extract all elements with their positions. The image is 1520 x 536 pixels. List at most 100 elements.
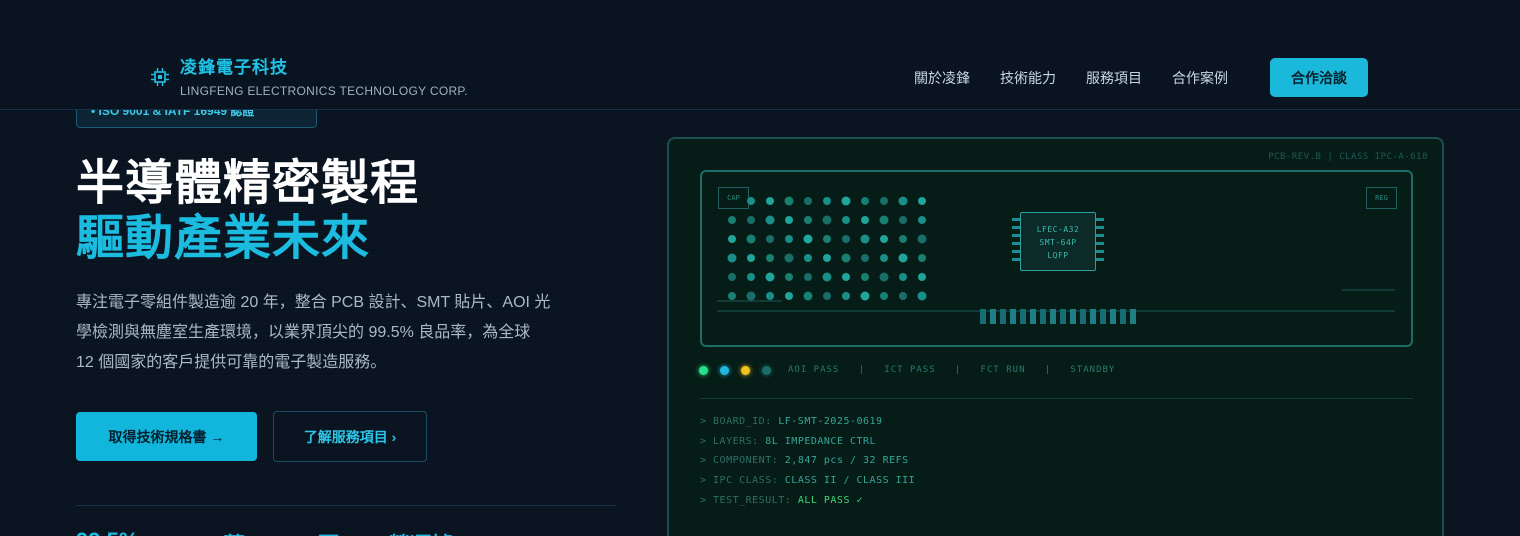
hero-title-line2: 驅動產業未來: [76, 212, 371, 265]
log-line: > IPC CLASS: CLASS II / CLASS III: [700, 475, 916, 487]
connector-finger: [1020, 309, 1026, 324]
solder-pad: [727, 253, 737, 263]
status-led: [699, 365, 708, 375]
solder-pad: [823, 254, 831, 262]
solder-pad: [841, 253, 851, 263]
connector-finger: [1070, 309, 1076, 324]
chip-pin: [1012, 242, 1020, 245]
logo[interactable]: 凌鋒電子科技 LINGFENG ELECTRONICS TECHNOLOGY C…: [150, 58, 468, 98]
solder-pad: [861, 273, 869, 281]
solder-pad: [785, 235, 793, 243]
test-status-row: AOI PASS | ICT PASS | FCT RUN | STANDBY: [699, 365, 1115, 375]
nav-link-capabilities[interactable]: 技術能力: [1000, 68, 1056, 88]
solder-pad: [898, 196, 908, 206]
solder-pad: [879, 215, 889, 225]
solder-pad: [746, 234, 756, 244]
stat-value: 12國: [293, 528, 339, 536]
nav-link-cases[interactable]: 合作案例: [1172, 68, 1228, 88]
solder-pad: [860, 291, 870, 301]
solder-pad: [765, 215, 775, 225]
connector-finger: [1130, 309, 1136, 324]
chip-pin: [1096, 234, 1104, 237]
hero-description: 專注電子零組件製造逾 20 年，整合 PCB 設計、SMT 貼片、AOI 光 學…: [76, 288, 566, 378]
chip-pin: [1012, 226, 1020, 229]
solder-pad: [803, 291, 813, 301]
solder-pad: [842, 292, 850, 300]
solder-pad: [842, 235, 850, 243]
solder-pad: [804, 197, 812, 205]
status-led: [762, 365, 771, 375]
solder-pad: [766, 235, 774, 243]
connector-finger: [1010, 309, 1016, 324]
solder-pad: [785, 216, 793, 224]
solder-pad: [766, 197, 774, 205]
solder-pad: [747, 197, 755, 205]
connector-finger: [1040, 309, 1046, 324]
contact-cta-button[interactable]: 合作洽談: [1270, 58, 1368, 97]
solder-pad: [861, 254, 869, 262]
logo-name-en: LINGFENG ELECTRONICS TECHNOLOGY CORP.: [180, 84, 468, 98]
panel-meta-label: PCB-REV.B | CLASS IPC-A-610: [1268, 152, 1428, 162]
hero-description-line: 12 個國家的客戶提供可靠的電子製造服務。: [76, 354, 387, 371]
nav-link-about[interactable]: 關於凌鋒: [914, 68, 970, 88]
logo-name-zh: 凌鋒電子科技: [180, 58, 288, 77]
nav-links: 關於凌鋒 技術能力 服務項目 合作案例: [914, 68, 1258, 88]
log-line: > TEST_RESULT: ALL PASS ✓: [700, 494, 864, 506]
log-line: > LAYERS: 8L IMPEDANCE CTRL: [700, 435, 877, 447]
stat-value: 200萬: [186, 528, 245, 536]
solder-pad: [899, 235, 907, 243]
solder-pad: [842, 273, 850, 281]
chip-label: LFEC-A32: [1036, 225, 1080, 234]
chip-label: SMT-64P: [1039, 238, 1077, 247]
hero-divider: [76, 505, 616, 506]
get-spec-button[interactable]: 取得技術規格書 →: [76, 412, 257, 461]
chip-pin: [1012, 250, 1020, 253]
solder-pad: [785, 273, 793, 281]
pcb-board: CAP REG LFEC-A32 SMT-64P LQFP: [700, 170, 1413, 347]
connector-finger: [1120, 309, 1126, 324]
solder-pad: [728, 273, 736, 281]
solder-pad: [747, 254, 755, 262]
pcb-visual-panel: PCB-REV.B | CLASS IPC-A-610 CAP REG LFEC…: [667, 137, 1444, 536]
solder-pad: [766, 292, 774, 300]
solder-pad: [747, 273, 755, 281]
solder-pad: [841, 196, 851, 206]
chip-pin: [1012, 218, 1020, 221]
status-led: [741, 365, 750, 375]
hero-title-line1: 半導體精密製程: [76, 157, 420, 210]
solder-pad: [804, 254, 812, 262]
solder-pad: [880, 254, 888, 262]
solder-pad: [822, 272, 832, 282]
connector-finger: [1000, 309, 1006, 324]
services-button[interactable]: 了解服務項目 ›: [273, 411, 427, 462]
solder-pad: [823, 235, 831, 243]
solder-pad: [918, 273, 926, 281]
solder-pad: [880, 235, 888, 243]
chip-pin: [1012, 258, 1020, 261]
hero-description-line: 專注電子零組件製造逾 20 年，整合 PCB 設計、SMT 貼片、AOI 光: [76, 294, 551, 311]
solder-pad: [822, 215, 832, 225]
solder-pad: [784, 196, 794, 206]
nav-link-services[interactable]: 服務項目: [1086, 68, 1142, 88]
status-led: [720, 365, 729, 375]
stat-value: 營運據: [388, 528, 454, 536]
solder-pad: [746, 291, 756, 301]
test-log: > BOARD_ID: LF-SMT-2025-0619 > LAYERS: 8…: [700, 412, 915, 511]
log-line: > COMPONENT: 2,847 pcs / 32 REFS: [700, 455, 909, 467]
chip-label: LQFP: [1047, 251, 1069, 260]
solder-pad: [803, 234, 813, 244]
solder-pad: [728, 292, 736, 300]
connector-finger: [1060, 309, 1066, 324]
solder-pad: [899, 273, 907, 281]
solder-pad: [747, 216, 755, 224]
chip-pin: [1096, 250, 1104, 253]
solder-pad: [917, 291, 927, 301]
connector-finger: [1100, 309, 1106, 324]
solder-pad: [899, 292, 907, 300]
chip-pin: [1096, 242, 1104, 245]
solder-pad: [804, 216, 812, 224]
chip-pin: [1096, 258, 1104, 261]
stats-row: 99.5% 200萬 12國 營運據: [76, 528, 502, 536]
solder-pad: [918, 197, 926, 205]
solder-pad: [784, 253, 794, 263]
